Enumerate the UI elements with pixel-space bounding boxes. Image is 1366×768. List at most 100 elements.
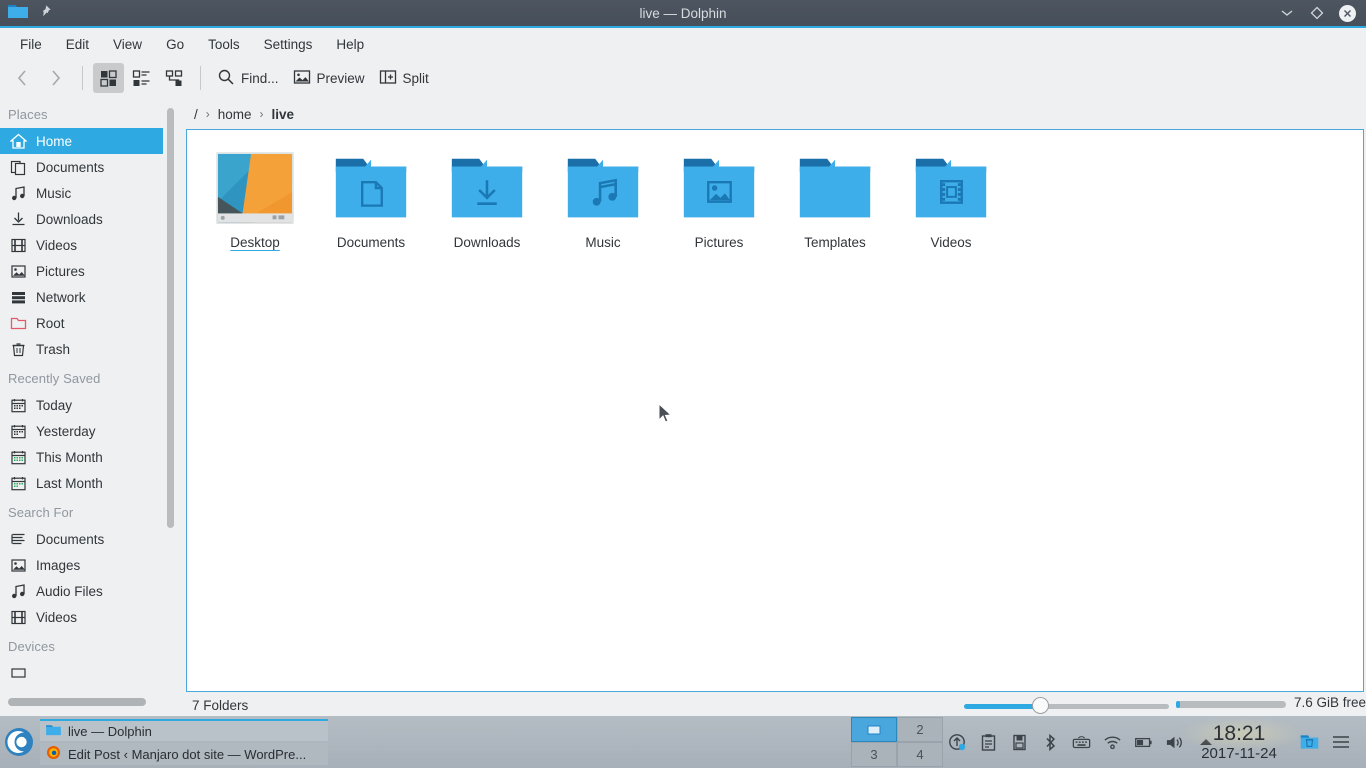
bluetooth-icon[interactable] (1041, 733, 1060, 752)
sidebar-item-label: Trash (36, 341, 71, 357)
sidebar-item-root[interactable]: Root (0, 310, 178, 336)
split-label: Split (402, 70, 429, 86)
zoom-slider-handle[interactable] (1032, 697, 1049, 714)
preview-button[interactable]: Preview (287, 63, 371, 93)
digital-clock[interactable]: 18:21 2017-11-24 (1186, 717, 1292, 767)
task-button-firefox[interactable]: Edit Post ‹ Manjaro dot site — WordPre..… (40, 743, 328, 765)
wallpaper-thumbnail (212, 148, 298, 228)
sidebar-item-documents[interactable]: Documents (0, 154, 178, 180)
sidebar-item-search-images[interactable]: Images (0, 552, 178, 578)
free-space-used (1176, 701, 1180, 708)
sidebar-item-yesterday[interactable]: Yesterday (0, 418, 178, 444)
sidebar-item-pictures[interactable]: Pictures (0, 258, 178, 284)
file-item-videos[interactable]: Videos (893, 144, 1009, 250)
menu-icon[interactable] (1331, 733, 1350, 752)
clipboard-icon[interactable] (979, 733, 998, 752)
back-button[interactable] (6, 63, 38, 93)
trash-folder-icon[interactable] (1300, 733, 1319, 752)
sidebar-item-search-documents[interactable]: Documents (0, 526, 178, 552)
close-button[interactable] (1339, 4, 1356, 22)
sidebar-item-trash[interactable]: Trash (0, 336, 178, 362)
trash-icon (10, 341, 27, 358)
folder-plain-icon (792, 148, 878, 228)
volume-icon[interactable] (1165, 733, 1184, 752)
minimize-button[interactable] (1279, 5, 1295, 21)
task-button-dolphin[interactable]: live — Dolphin (40, 719, 328, 741)
split-button[interactable]: Split (373, 63, 435, 93)
update-icon[interactable] (948, 733, 967, 752)
file-item-label: Documents (336, 235, 406, 250)
file-item-downloads[interactable]: Downloads (429, 144, 545, 250)
sidebar-item-network[interactable]: Network (0, 284, 178, 310)
breadcrumb-root[interactable]: / (194, 107, 198, 122)
sidebar-horizontal-scrollbar[interactable] (8, 698, 146, 706)
view-mode-columns-button[interactable] (159, 63, 190, 93)
pager-desktop-3[interactable]: 3 (851, 742, 897, 767)
zoom-slider-fill (964, 704, 1040, 709)
wifi-icon[interactable] (1103, 733, 1122, 752)
taskbar-end-group (1300, 717, 1350, 767)
breadcrumb-current[interactable]: live (272, 107, 295, 122)
find-label: Find... (241, 70, 279, 86)
menu-bar: File Edit View Go Tools Settings Help (0, 30, 1366, 58)
sidebar-vertical-scrollbar[interactable] (167, 108, 174, 528)
battery-icon[interactable] (1134, 733, 1153, 752)
sidebar-item-label: Network (36, 289, 86, 305)
breadcrumb-home[interactable]: home (218, 107, 252, 122)
maximize-button[interactable] (1309, 5, 1325, 21)
sidebar-item-this-month[interactable]: This Month (0, 444, 178, 470)
calendar-green-icon (10, 449, 27, 466)
image-icon (293, 68, 311, 89)
sidebar-section-places: Places (8, 107, 48, 122)
file-item-desktop[interactable]: Desktop (197, 144, 313, 250)
breadcrumb-separator: › (259, 107, 264, 121)
menu-item-view[interactable]: View (101, 33, 154, 56)
sidebar-item-search-videos[interactable]: Videos (0, 604, 178, 630)
pager-desktop-2[interactable]: 2 (897, 717, 943, 742)
sidebar-item-music[interactable]: Music (0, 180, 178, 206)
pin-icon[interactable] (38, 4, 52, 23)
forward-button[interactable] (40, 63, 72, 93)
sidebar-item-downloads[interactable]: Downloads (0, 206, 178, 232)
sidebar-item-label: Images (36, 557, 81, 573)
sidebar-item-device[interactable] (0, 660, 178, 686)
pager-desktop-4[interactable]: 4 (897, 742, 943, 767)
zoom-slider[interactable] (964, 697, 1169, 714)
sidebar-item-today[interactable]: Today (0, 392, 178, 418)
keyboard-icon[interactable] (1072, 733, 1091, 752)
download-icon (10, 211, 27, 228)
menu-item-go[interactable]: Go (154, 33, 196, 56)
menu-item-tools[interactable]: Tools (196, 33, 252, 56)
text-lines-icon (10, 531, 27, 548)
sidebar-item-label: Documents (36, 531, 105, 547)
film-icon (10, 609, 27, 626)
sidebar-item-videos[interactable]: Videos (0, 232, 178, 258)
sidebar-item-last-month[interactable]: Last Month (0, 470, 178, 496)
virtual-desktop-pager: 2 3 4 (851, 717, 943, 767)
file-item-templates[interactable]: Templates (777, 144, 893, 250)
find-button[interactable]: Find... (211, 63, 285, 93)
file-item-documents[interactable]: Documents (313, 144, 429, 250)
menu-item-edit[interactable]: Edit (54, 33, 101, 56)
menu-item-help[interactable]: Help (324, 33, 376, 56)
file-item-pictures[interactable]: Pictures (661, 144, 777, 250)
sidebar-item-search-audio-files[interactable]: Audio Files (0, 578, 178, 604)
file-item-music[interactable]: Music (545, 144, 661, 250)
sidebar-item-home[interactable]: Home (0, 128, 163, 154)
clock-time: 18:21 (1212, 721, 1266, 745)
toolbar-separator-2 (200, 66, 201, 90)
removable-media-icon[interactable] (1010, 733, 1029, 752)
title-bar: live — Dolphin (0, 0, 1366, 28)
application-launcher-button[interactable] (0, 716, 38, 768)
breadcrumb: / › home › live (186, 100, 1364, 128)
sidebar-section-recently-saved: Recently Saved (8, 371, 101, 386)
view-mode-icons-button[interactable] (93, 63, 124, 93)
menu-item-settings[interactable]: Settings (252, 33, 325, 56)
pager-desktop-1[interactable] (851, 717, 897, 742)
firefox-icon (46, 745, 61, 763)
menu-item-file[interactable]: File (8, 33, 54, 56)
free-space-indicator[interactable]: 7.6 GiB free (1176, 695, 1366, 712)
sidebar-item-label: Home (36, 133, 73, 149)
file-view[interactable]: Desktop Documents Downloads Music Pictur… (186, 129, 1364, 692)
view-mode-details-button[interactable] (126, 63, 157, 93)
